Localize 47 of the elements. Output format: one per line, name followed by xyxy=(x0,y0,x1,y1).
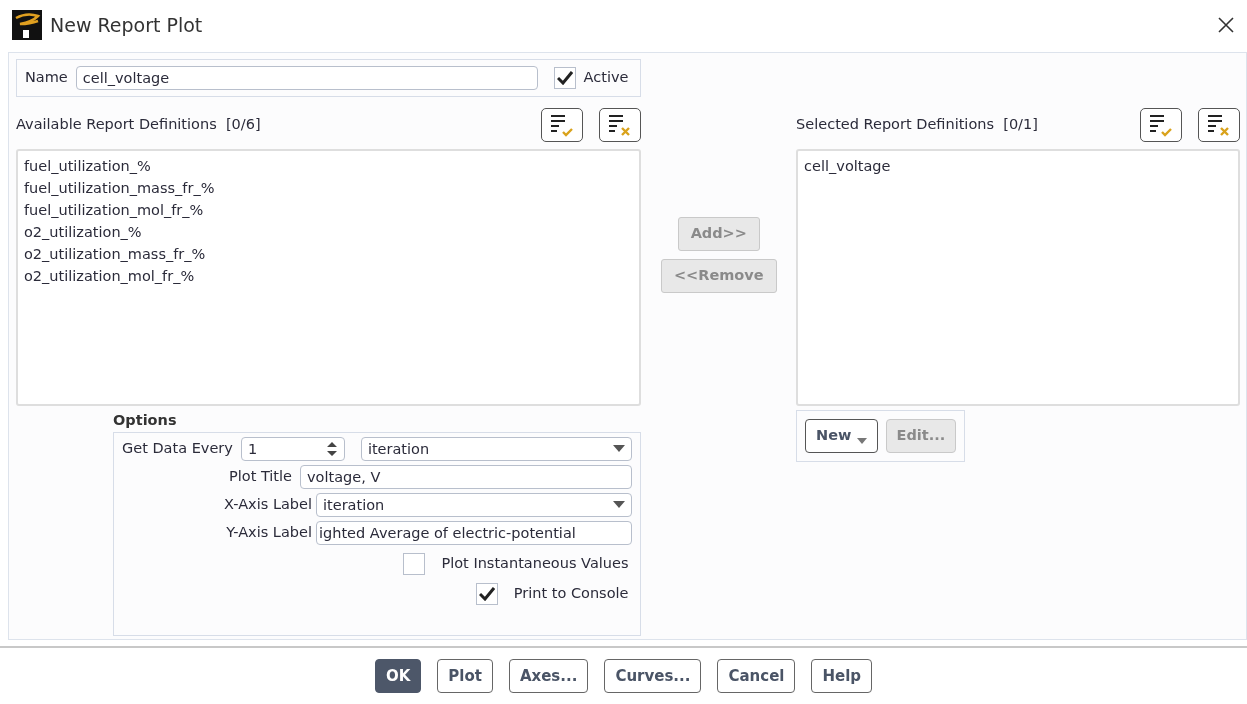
active-checkbox[interactable] xyxy=(553,67,576,89)
caret-icon xyxy=(613,445,626,453)
name-field[interactable]: cell_voltage xyxy=(75,66,538,90)
field-label: Get Data Every xyxy=(122,438,233,458)
field-label: Y-Axis Label xyxy=(225,522,312,542)
select-all-button[interactable] xyxy=(1140,108,1182,142)
list-check-icon xyxy=(549,113,576,137)
x-axis-dropdown[interactable]: iteration xyxy=(316,492,633,517)
field-label: X-Axis Label xyxy=(223,494,312,514)
deselect-all-button[interactable] xyxy=(1198,108,1240,142)
list-heading: Selected Report Definitions [0/1] xyxy=(796,115,1038,135)
list-item[interactable]: fuel_utilization_% xyxy=(24,155,634,177)
field-label: Plot Title xyxy=(228,466,292,486)
y-axis-field[interactable]: ighted Average of electric-potential xyxy=(316,520,633,545)
dialog-button[interactable]: Plot xyxy=(437,659,493,693)
dialog-button[interactable]: Help xyxy=(811,659,873,693)
list-check-icon xyxy=(1148,113,1174,137)
dialog-button[interactable]: Axes... xyxy=(508,659,589,693)
ok-button[interactable]: OK xyxy=(374,659,422,693)
plot-title-field[interactable]: voltage, V xyxy=(300,464,633,489)
list-item[interactable]: o2_utilization_mass_fr_% xyxy=(24,243,634,265)
name-label: Name xyxy=(24,68,68,88)
window-title: New Report Plot xyxy=(50,12,203,38)
close-icon[interactable] xyxy=(1217,16,1235,34)
checkbox[interactable] xyxy=(403,552,426,575)
checkbox[interactable] xyxy=(475,582,498,605)
deselect-all-button[interactable] xyxy=(599,108,642,142)
checkbox-label: Print to Console xyxy=(513,583,629,603)
list-item[interactable]: o2_utilization_% xyxy=(24,221,634,243)
list-item[interactable]: o2_utilization_mol_fr_% xyxy=(24,265,634,287)
checkbox-label: Plot Instantaneous Values xyxy=(441,553,629,573)
select-all-button[interactable] xyxy=(541,108,584,142)
caret-icon xyxy=(856,438,867,445)
unit-dropdown[interactable]: iteration xyxy=(360,436,633,461)
options-heading: Options xyxy=(113,411,178,430)
active-label: Active xyxy=(583,68,630,88)
spin-field[interactable]: 1 xyxy=(240,436,345,461)
caret-icon xyxy=(613,501,626,509)
list-item[interactable]: cell_voltage xyxy=(804,155,1232,177)
dialog-button[interactable]: Cancel xyxy=(717,659,796,693)
list-heading: Available Report Definitions [0/6] xyxy=(16,115,261,135)
list-item[interactable]: fuel_utilization_mass_fr_% xyxy=(24,177,634,199)
list-item[interactable]: fuel_utilization_mol_fr_% xyxy=(24,199,634,221)
new-dropdown-button[interactable]: New xyxy=(805,419,878,453)
app-logo-icon xyxy=(12,10,42,40)
list-cross-icon xyxy=(1206,113,1232,137)
dialog-button[interactable]: Curves... xyxy=(604,659,702,693)
